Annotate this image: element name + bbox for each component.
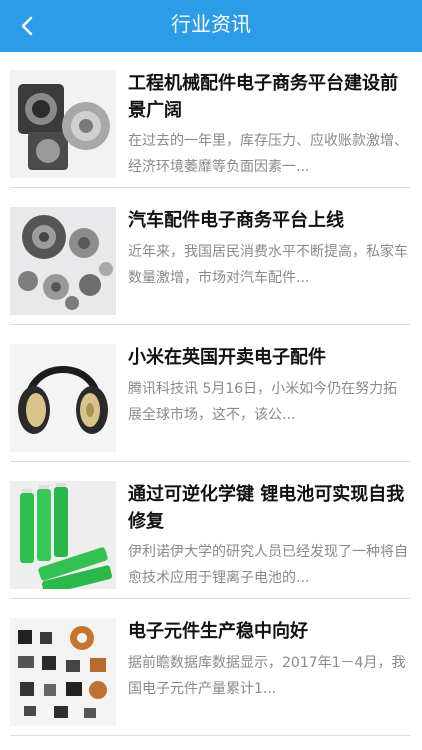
news-list: 工程机械配件电子商务平台建设前景广阔 在过去的一年里，库存压力、应收账款激增、经… (0, 52, 422, 750)
news-summary: 据前瞻数据库数据显示，2017年1－4月，我国电子元件产量累计1... (128, 655, 406, 697)
auto-gears-image (10, 207, 116, 315)
news-summary: 腾讯科技讯 5月16日，小米如今仍在努力拓展全球市场，这不，该公... (128, 381, 398, 423)
headphones-image (10, 344, 116, 452)
news-title: 通过可逆化学键 锂电池可实现自我修复 (128, 484, 405, 532)
news-item-1[interactable]: 工程机械配件电子商务平台建设前景广阔 在过去的一年里，库存压力、应收账款激增、经… (0, 52, 422, 188)
lithium-batteries-image (10, 481, 116, 589)
news-title: 工程机械配件电子商务平台建设前景广阔 (128, 73, 398, 121)
news-summary: 在过去的一年里，库存压力、应收账款激增、经济环境萎靡等负面因素一... (128, 133, 408, 175)
news-item-2[interactable]: 汽车配件电子商务平台上线 近年来，我国居民消费水平不断提高，私家车数量激增，市场… (0, 189, 422, 325)
machinery-parts-image (10, 70, 116, 178)
news-summary: 近年来，我国居民消费水平不断提高，私家车数量激增，市场对汽车配件... (128, 244, 408, 286)
app-header: 行业资讯 (0, 0, 422, 52)
electronic-components-image (10, 618, 116, 726)
page-title: 行业资讯 (171, 12, 251, 36)
news-item-4[interactable]: 通过可逆化学键 锂电池可实现自我修复 伊利诺伊大学的研究人员已经发现了一种将自愈… (0, 463, 422, 599)
news-item-5[interactable]: 电子元件生产稳中向好 据前瞻数据库数据显示，2017年1－4月，我国电子元件产量… (0, 600, 422, 736)
news-summary: 伊利诺伊大学的研究人员已经发现了一种将自愈技术应用于锂离子电池的... (128, 544, 408, 586)
news-title: 小米在英国开卖电子配件 (128, 347, 326, 368)
news-item-3[interactable]: 小米在英国开卖电子配件 腾讯科技讯 5月16日，小米如今仍在努力拓展全球市场，这… (0, 326, 422, 462)
news-title: 汽车配件电子商务平台上线 (128, 210, 344, 231)
news-title: 电子元件生产稳中向好 (128, 621, 308, 642)
